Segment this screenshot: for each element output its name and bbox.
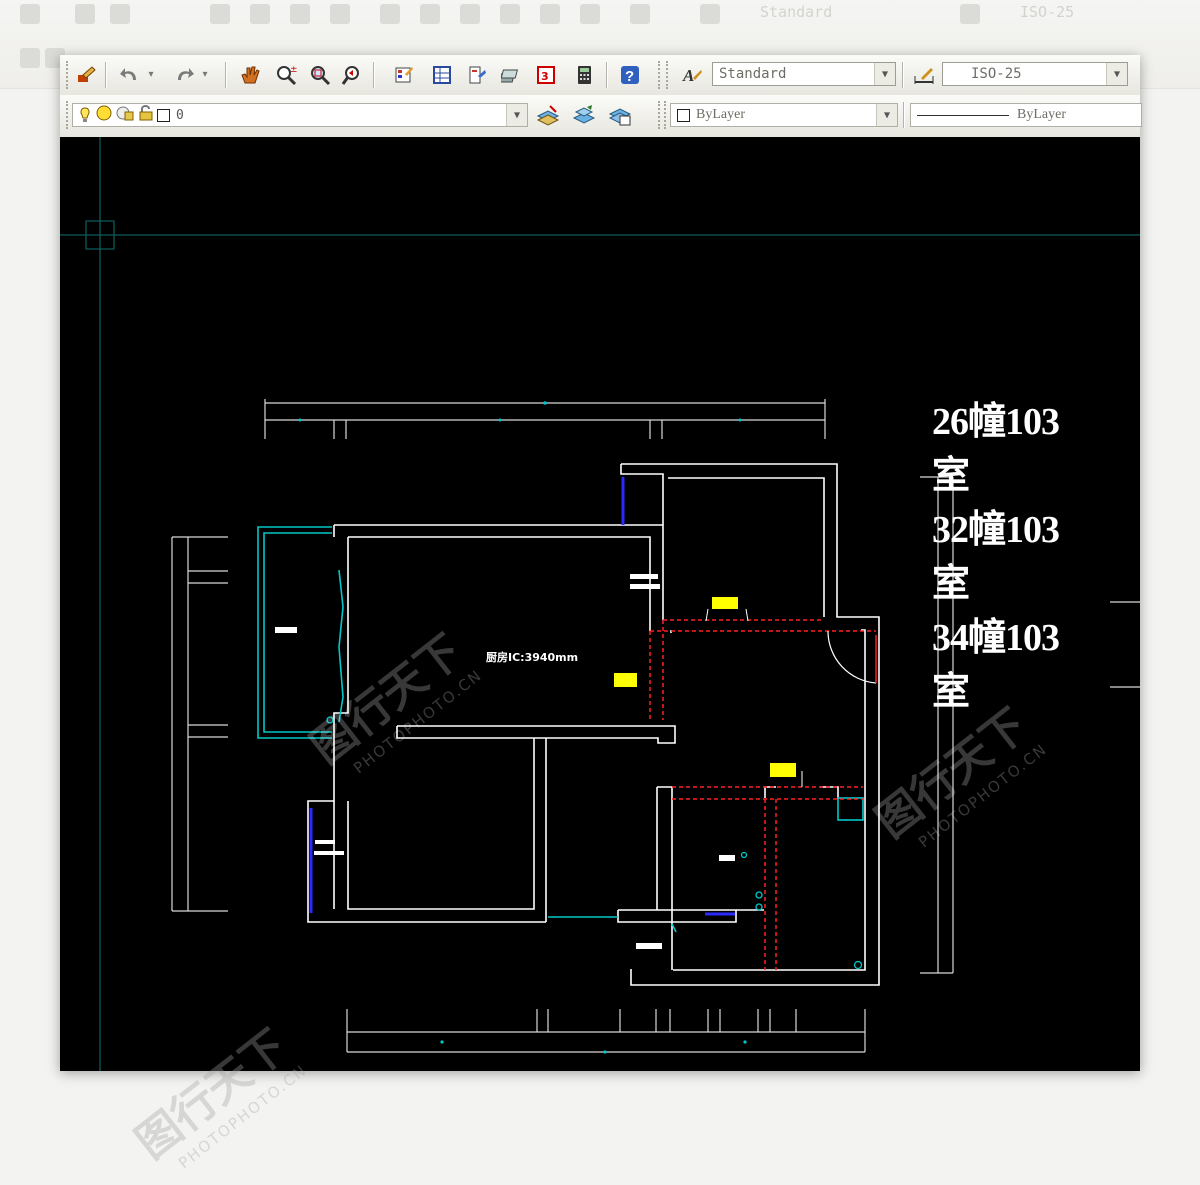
sheet-set-icon[interactable] [500, 63, 524, 87]
undo-icon[interactable] [118, 63, 142, 87]
ghost-dim-style: ISO-25 [1020, 3, 1075, 21]
text-style-icon[interactable]: A [680, 63, 704, 87]
color-select[interactable]: ByLayer ▼ [670, 103, 898, 127]
zoom-realtime-icon[interactable]: ± [274, 63, 298, 87]
linetype-sample [917, 114, 1009, 116]
color-value: ByLayer [696, 107, 745, 122]
toolbar-grip[interactable] [66, 61, 71, 89]
title-line: 32幢103室 [932, 509, 1060, 605]
room-label: 厨房IC:3940mm [486, 650, 578, 664]
zoom-previous-icon[interactable] [340, 63, 364, 87]
chevron-down-icon[interactable]: ▼ [1106, 63, 1127, 85]
chevron-down-icon[interactable]: ▼ [506, 104, 527, 126]
linetype-select[interactable]: ByLayer [910, 103, 1142, 127]
layers-toolbar: 0 ▼ ByLayer ▼ ByLayer [60, 95, 1142, 138]
layer-manager-icon[interactable] [608, 103, 632, 127]
layer-on-icon[interactable] [79, 107, 91, 123]
markup-icon[interactable]: 3 [534, 63, 558, 87]
drawing-canvas[interactable]: 厨房IC:3940mm 26幢103室 32幢103室 34幢103室 图行天下… [60, 137, 1140, 1071]
design-center-icon[interactable] [430, 63, 454, 87]
layer-lock-icon[interactable] [137, 104, 155, 126]
linetype-value: ByLayer [1017, 107, 1066, 122]
text-style-select[interactable]: Standard ▼ [712, 62, 896, 86]
zoom-window-icon[interactable] [308, 63, 332, 87]
dimension-left [171, 536, 228, 912]
svg-text:?: ? [625, 68, 634, 85]
dimension-style-icon[interactable] [912, 63, 936, 87]
color-swatch [677, 108, 690, 122]
redo-dropdown-icon[interactable]: ▾ [198, 63, 212, 87]
annotation-tags [614, 597, 803, 787]
layer-thaw-icon[interactable] [95, 104, 113, 126]
svg-text:A: A [682, 66, 694, 85]
dimension-bottom [346, 1009, 866, 1053]
pan-realtime-icon[interactable] [238, 63, 262, 87]
help-icon[interactable]: ? [618, 63, 642, 87]
layer-color-swatch [157, 108, 170, 122]
current-layer-name: 0 [176, 107, 184, 123]
redo-icon[interactable] [172, 63, 196, 87]
layer-previous-icon[interactable] [572, 103, 596, 127]
layer-select[interactable]: 0 ▼ [72, 103, 528, 127]
undo-dropdown-icon[interactable]: ▾ [144, 63, 158, 87]
text-style-value: Standard [719, 66, 787, 82]
dimension-style-select[interactable]: ISO-25 ▼ [942, 62, 1128, 86]
chevron-down-icon[interactable]: ▼ [876, 104, 897, 126]
tool-palettes-icon[interactable] [465, 63, 489, 87]
svg-text:±: ± [290, 65, 297, 75]
chevron-down-icon[interactable]: ▼ [874, 63, 895, 85]
door-swing [827, 630, 877, 684]
layer-viewport-icon[interactable] [115, 104, 135, 126]
match-properties-icon[interactable] [74, 63, 98, 87]
standard-toolbar: ▾ ▾ ± 3 ? A Standard ▼ ISO-25 ▼ [60, 55, 1140, 96]
calculator-icon[interactable] [572, 63, 596, 87]
title-line: 26幢103室 [932, 401, 1060, 497]
red-partitions [649, 619, 876, 970]
properties-icon[interactable] [392, 63, 416, 87]
svg-text:3: 3 [541, 70, 549, 83]
make-object-layer-current-icon[interactable] [536, 103, 560, 127]
ghost-text-style: Standard [760, 3, 833, 21]
building-titles: 26幢103室 32幢103室 34幢103室 [932, 395, 1092, 719]
title-line: 34幢103室 [932, 617, 1060, 713]
dimension-style-value: ISO-25 [971, 66, 1022, 82]
cad-window: ▾ ▾ ± 3 ? A Standard ▼ ISO-25 ▼ 0 ▼ ByLa… [60, 55, 1142, 1071]
